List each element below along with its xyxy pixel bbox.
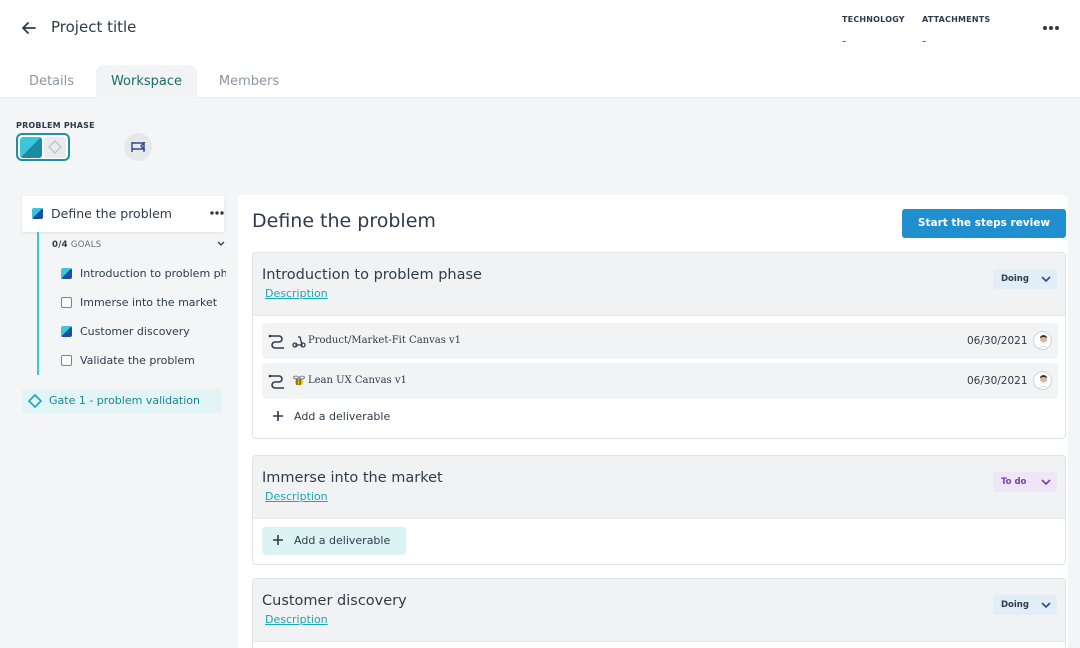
more-options-icon[interactable] (1041, 20, 1061, 36)
step-detail-panel: Define the problem Start the steps revie… (238, 195, 1068, 648)
back-arrow-icon[interactable] (19, 18, 39, 38)
add-deliverable-label: Add a deliverable (294, 534, 391, 547)
attachments-label: ATTACHMENTS (922, 15, 991, 24)
add-deliverable-button[interactable]: Add a deliverable (262, 527, 406, 555)
gate-label: Gate 1 - problem validation (49, 394, 200, 407)
goal-card-title: Customer discovery (262, 593, 407, 609)
goals-label: GOALS (70, 240, 102, 250)
sidebar-current-step[interactable]: Define the problem (22, 196, 224, 232)
technology-label: TECHNOLOGY (842, 15, 905, 24)
description-link[interactable]: Description (265, 490, 328, 503)
deliverable-row[interactable]: Product/Market-Fit Canvas v1 06/30/2021 (262, 323, 1058, 359)
project-header: Project title TECHNOLOGY - ATTACHMENTS -… (0, 0, 1080, 98)
tab-workspace[interactable]: Workspace (96, 65, 197, 98)
deliverable-name: Product/Market-Fit Canvas v1 (308, 335, 462, 346)
sidebar-goal-item[interactable]: Immerse into the market (61, 296, 226, 310)
chevron-down-icon (1041, 276, 1051, 283)
attachments-value[interactable]: - (922, 34, 926, 48)
step-status-icon (32, 208, 43, 219)
add-deliverable-button[interactable]: Add a deliverable (262, 403, 462, 431)
goal-label: Introduction to problem phase (80, 267, 226, 280)
sidebar-goal-item[interactable]: Customer discovery (61, 325, 226, 339)
deliverable-name: Lean UX Canvas v1 (308, 375, 407, 386)
description-link[interactable]: Description (265, 613, 328, 626)
goal-card-header: Introduction to problem phase Descriptio… (253, 253, 1065, 316)
status-dropdown[interactable]: Doing (993, 269, 1057, 289)
avatar (1033, 371, 1052, 390)
goal-card-header: Customer discovery Description Doing (253, 579, 1065, 642)
deliverable-row[interactable]: Lean UX Canvas v1 06/30/2021 (262, 363, 1058, 399)
step-more-icon[interactable] (209, 208, 225, 218)
goal-done-icon (61, 268, 72, 279)
flag-icon (131, 142, 146, 152)
goals-counter[interactable]: 0/4 GOALS (52, 240, 101, 250)
plus-icon (273, 535, 283, 545)
goals-count: 0/4 (52, 240, 68, 250)
project-title: Project title (51, 18, 137, 36)
status-label: To do (1001, 477, 1027, 487)
phase-label: PROBLEM PHASE (16, 121, 95, 130)
deliverable-date: 06/30/2021 (967, 335, 1028, 347)
add-deliverable-label: Add a deliverable (294, 410, 391, 423)
chevron-down-icon (1041, 479, 1051, 486)
chevron-down-icon[interactable] (217, 240, 225, 248)
goal-label: Customer discovery (80, 325, 190, 338)
milestone-flag-button[interactable] (124, 133, 152, 161)
goal-card: Introduction to problem phase Descriptio… (252, 252, 1066, 439)
status-label: Doing (1001, 600, 1029, 610)
goal-done-icon (61, 326, 72, 337)
tab-members[interactable]: Members (204, 65, 294, 98)
description-link[interactable]: Description (265, 287, 328, 300)
goal-label: Validate the problem (80, 354, 195, 367)
status-dropdown[interactable]: To do (993, 472, 1057, 492)
goal-todo-icon (61, 297, 72, 308)
status-label: Doing (1001, 274, 1029, 284)
deliverable-date: 06/30/2021 (967, 375, 1028, 387)
avatar (1033, 331, 1052, 350)
workflow-icon (268, 374, 284, 389)
gate-diamond-icon (28, 394, 42, 408)
goal-label: Immerse into the market (80, 296, 218, 309)
chevron-down-icon (1041, 602, 1051, 609)
scooter-icon (292, 336, 306, 348)
page-title: Define the problem (252, 210, 436, 232)
status-dropdown[interactable]: Doing (993, 595, 1057, 615)
goal-card: Customer discovery Description Doing (252, 578, 1066, 648)
gate-phase-icon[interactable] (44, 136, 66, 158)
bee-icon (293, 375, 305, 386)
workflow-icon (268, 334, 284, 349)
technology-value[interactable]: - (842, 34, 846, 48)
sidebar-goal-item[interactable]: Introduction to problem phase (61, 267, 226, 281)
goal-card-title: Introduction to problem phase (262, 267, 482, 283)
goal-card-header: Immerse into the market Description To d… (253, 456, 1065, 519)
sidebar-goal-item[interactable]: Validate the problem (61, 354, 226, 368)
progress-line (37, 232, 39, 375)
problem-phase-icon[interactable] (20, 136, 42, 158)
sidebar-step-label: Define the problem (51, 206, 172, 221)
phase-toggle[interactable] (16, 133, 70, 161)
sidebar-gate-item[interactable]: Gate 1 - problem validation (22, 389, 222, 413)
goal-card-title: Immerse into the market (262, 470, 443, 486)
plus-icon (273, 411, 283, 421)
start-steps-review-button[interactable]: Start the steps review (902, 209, 1066, 238)
tab-details[interactable]: Details (14, 65, 89, 98)
goal-todo-icon (61, 355, 72, 366)
goal-card: Immerse into the market Description To d… (252, 455, 1066, 565)
